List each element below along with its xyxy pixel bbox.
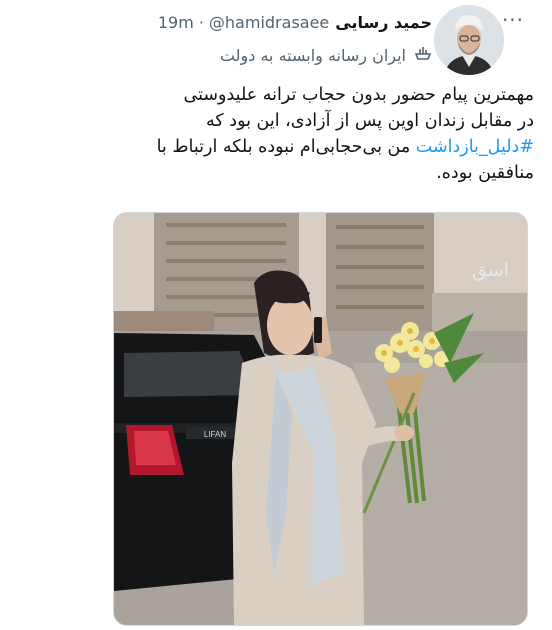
tweet-text-line: #دلیل_بازداشت من بی‌حجابی‌ام نبوده بلکه … bbox=[14, 134, 534, 160]
separator-dot: · bbox=[198, 13, 204, 32]
timestamp[interactable]: 19m bbox=[158, 13, 194, 32]
avatar[interactable] bbox=[434, 5, 504, 75]
more-options-icon[interactable]: ··· bbox=[498, 8, 528, 32]
author-name[interactable]: حمید رسایی bbox=[335, 13, 432, 32]
label-text: ایران رسانه وابسته به دولت bbox=[219, 45, 406, 65]
state-media-icon bbox=[414, 45, 432, 65]
photo-illustration: LIFAN bbox=[114, 213, 527, 625]
tweet-text-line: مهمترین پیام حضور بدون حجاب ترانه علیدوس… bbox=[183, 85, 534, 105]
tweet-text-line: در مقابل زندان اوین پس از آزادی، این بود… bbox=[206, 111, 534, 131]
svg-text:LIFAN: LIFAN bbox=[204, 430, 226, 439]
tweet-text-line: منافقین بوده. bbox=[436, 163, 534, 183]
avatar-portrait bbox=[434, 5, 504, 75]
state-media-label[interactable]: ایران رسانه وابسته به دولت bbox=[110, 42, 432, 68]
tweet-text-fragment: من بی‌حجابی‌ام نبوده بلکه ارتباط با bbox=[156, 137, 416, 157]
tweet-photo[interactable]: LIFAN اسق bbox=[113, 212, 528, 626]
tweet-text: مهمترین پیام حضور بدون حجاب ترانه علیدوس… bbox=[14, 82, 534, 186]
author-handle[interactable]: @hamidrasaee bbox=[209, 13, 329, 32]
hashtag-link[interactable]: #دلیل_بازداشت bbox=[416, 137, 534, 157]
tweet-header: 19m · @hamidrasaee حمید رسایی bbox=[110, 10, 432, 36]
media-watermark: اسق bbox=[471, 259, 509, 281]
